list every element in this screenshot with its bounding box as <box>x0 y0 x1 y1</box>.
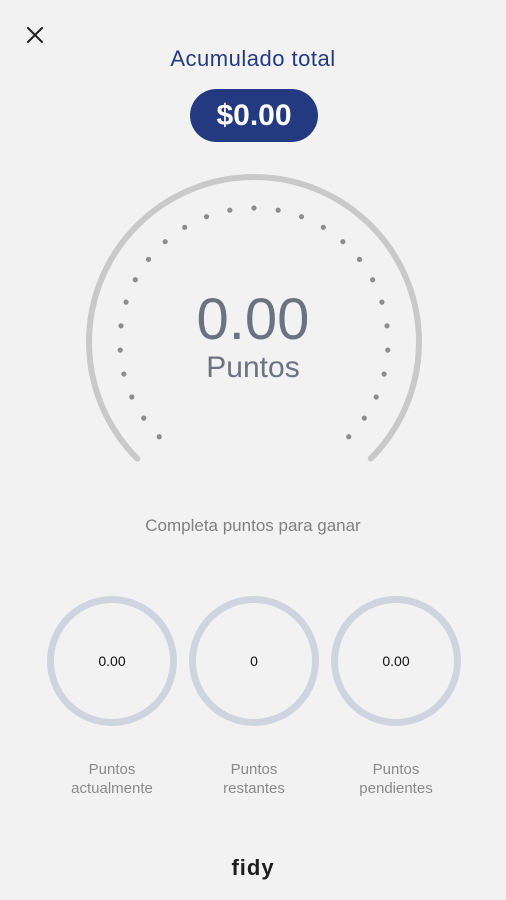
stat-label-line1: Puntos <box>88 761 136 778</box>
stat-remaining-points: 0 Puntos restantes <box>189 596 319 798</box>
gauge-dot <box>320 224 326 230</box>
gauge-dot <box>129 394 135 400</box>
stat-label-line2: pendientes <box>359 780 433 797</box>
stat-value: 0.00 <box>98 653 126 669</box>
brand-logo: fidy <box>231 855 275 880</box>
gauge-dot <box>132 277 138 283</box>
stat-value: 0.00 <box>382 653 410 669</box>
gauge-dot <box>370 277 376 283</box>
stat-label: Puntos actualmente <box>47 760 177 798</box>
points-unit-label: Puntos <box>206 351 300 384</box>
stat-ring: 0.00 <box>47 596 177 726</box>
stat-label: Puntos pendientes <box>331 760 461 798</box>
stat-label-line1: Puntos <box>372 761 420 778</box>
stat-label: Puntos restantes <box>189 760 319 798</box>
gauge-dot <box>251 205 257 211</box>
stat-label-line2: restantes <box>223 780 285 797</box>
stat-current-points: 0.00 Puntos actualmente <box>47 596 177 798</box>
stat-pending-points: 0.00 Puntos pendientes <box>331 596 461 798</box>
gauge-dot <box>182 224 188 230</box>
progress-hint: Completa puntos para ganar <box>145 516 361 535</box>
gauge-dot <box>340 239 346 245</box>
gauge-dot <box>346 434 352 440</box>
points-gauge <box>86 174 422 462</box>
gauge-dot <box>145 256 152 262</box>
gauge-dot <box>156 434 162 440</box>
stat-label-line2: actualmente <box>71 780 153 797</box>
gauge-dot <box>298 214 305 220</box>
gauge-dot <box>162 239 168 245</box>
stat-ring: 0.00 <box>331 596 461 726</box>
gauge-dot <box>227 207 233 213</box>
stat-ring: 0 <box>189 596 319 726</box>
points-value: 0.00 <box>196 287 310 352</box>
gauge-dot <box>275 207 281 213</box>
stat-label-line1: Puntos <box>230 761 278 778</box>
stat-value: 0 <box>250 653 258 669</box>
gauge-dot <box>141 415 147 421</box>
gauge-dot <box>356 256 363 262</box>
gauge-dot <box>203 214 210 220</box>
gauge-dot <box>361 415 367 421</box>
gauge-dot <box>373 394 379 400</box>
